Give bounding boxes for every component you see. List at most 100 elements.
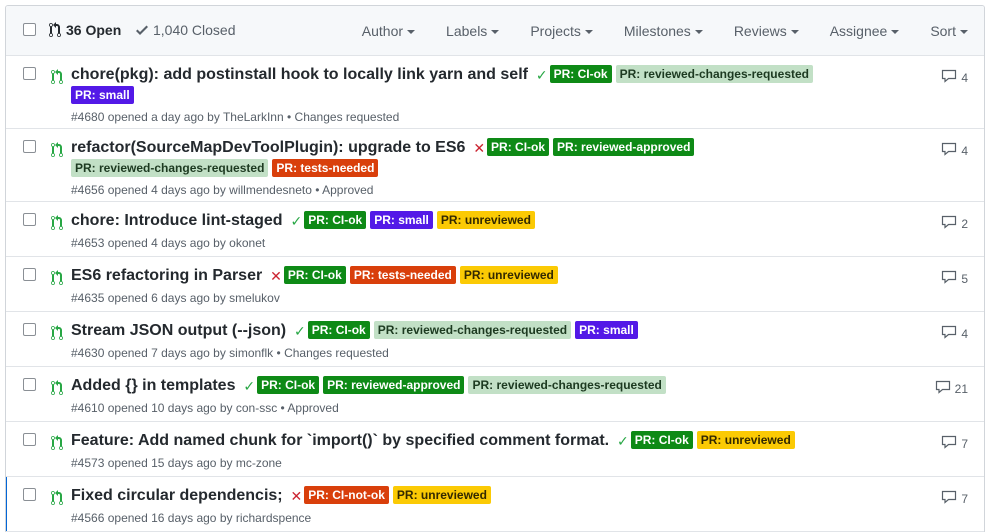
review-status-link[interactable]: • Approved (281, 401, 339, 415)
filter-reviews[interactable]: Reviews (719, 23, 815, 39)
issue-row[interactable]: Feature: Add named chunk for `import()` … (6, 422, 984, 477)
issue-label[interactable]: PR: tests-needed (349, 266, 456, 284)
issue-label[interactable]: PR: reviewed-approved (553, 138, 695, 156)
ci-failure-icon[interactable]: ✕ (291, 486, 303, 506)
issue-label[interactable]: PR: CI-ok (487, 138, 550, 156)
issue-checkbox[interactable] (23, 378, 36, 391)
issue-label[interactable]: PR: unreviewed (696, 431, 795, 449)
issue-label[interactable]: PR: CI-ok (307, 321, 370, 339)
open-filter-link[interactable]: 36 Open (49, 22, 121, 38)
issue-number: #4630 (71, 346, 105, 360)
issue-label[interactable]: PR: unreviewed (459, 266, 558, 284)
filter-assignee[interactable]: Assignee (815, 23, 916, 39)
filter-milestones[interactable]: Milestones (609, 23, 719, 39)
issue-label[interactable]: PR: reviewed-approved (323, 376, 465, 394)
issue-label[interactable]: PR: small (71, 86, 134, 104)
issue-label[interactable]: PR: unreviewed (436, 211, 535, 229)
comment-icon (935, 379, 955, 398)
review-status-link[interactable]: • Approved (315, 183, 373, 197)
issue-title-link[interactable]: Fixed circular dependencis; (71, 487, 283, 504)
filter-author[interactable]: Author (347, 23, 431, 39)
comments-link[interactable]: 4 (941, 324, 968, 343)
pull-request-open-icon (51, 490, 63, 509)
issue-author-link[interactable]: simonflk (229, 346, 273, 360)
review-status-link[interactable]: • Changes requested (287, 110, 399, 124)
issue-opened-text: opened 4 days ago by (107, 236, 226, 250)
issue-title-link[interactable]: Added {} in templates (71, 377, 235, 394)
comment-count: 2 (961, 216, 968, 231)
issue-label[interactable]: PR: reviewed-changes-requested (71, 159, 269, 177)
issue-checkbox[interactable] (23, 488, 36, 501)
issue-checkbox[interactable] (23, 433, 36, 446)
issue-title-link[interactable]: refactor(SourceMapDevToolPlugin): upgrad… (71, 139, 465, 156)
issue-row[interactable]: chore: Introduce lint-staged ✓ PR: CI-ok P… (6, 202, 984, 257)
issue-title-line: Stream JSON output (--json) ✓ PR: CI-ok PR… (71, 312, 914, 341)
issue-label[interactable]: PR: reviewed-changes-requested (468, 376, 666, 394)
issue-label[interactable]: PR: CI-not-ok (304, 486, 389, 504)
issue-author-link[interactable]: okonet (229, 236, 265, 250)
issue-title-link[interactable]: chore(pkg): add postinstall hook to loca… (71, 66, 528, 83)
issue-title-link[interactable]: ES6 refactoring in Parser (71, 267, 262, 284)
issue-label[interactable]: PR: tests-needed (272, 159, 379, 177)
issue-checkbox[interactable] (23, 323, 36, 336)
comments-link[interactable]: 7 (941, 434, 968, 453)
issue-label[interactable]: PR: reviewed-changes-requested (373, 321, 572, 339)
issue-label[interactable]: PR: reviewed-changes-requested (615, 65, 813, 83)
comment-icon (941, 141, 961, 160)
issue-row[interactable]: Added {} in templates ✓ PR: CI-ok PR: revi… (6, 367, 984, 422)
closed-filter-link[interactable]: 1,040 Closed (136, 22, 236, 38)
ci-success-icon[interactable]: ✓ (294, 321, 306, 341)
issue-author-link[interactable]: smelukov (229, 291, 280, 305)
review-status-link[interactable]: • Changes requested (277, 346, 389, 360)
issue-label[interactable]: PR: CI-ok (283, 266, 346, 284)
issue-opened-text: opened 16 days ago by (107, 511, 233, 525)
issue-label[interactable]: PR: CI-ok (630, 431, 693, 449)
issue-checkbox[interactable] (23, 268, 36, 281)
issue-row[interactable]: Fixed circular dependencis; ✕ PR: CI-not-… (6, 477, 984, 532)
pull-request-open-icon (51, 380, 63, 399)
comments-link[interactable]: 7 (941, 489, 968, 508)
issue-author-link[interactable]: mc-zone (236, 456, 282, 470)
ci-success-icon[interactable]: ✓ (536, 65, 548, 85)
comments-link[interactable]: 4 (941, 141, 968, 160)
issue-author-link[interactable]: con-ssc (236, 401, 277, 415)
issue-row[interactable]: ES6 refactoring in Parser ✕ PR: CI-ok PR: … (6, 257, 984, 312)
issue-title-line: Fixed circular dependencis; ✕ PR: CI-not-… (71, 477, 914, 506)
issue-label[interactable]: PR: small (370, 211, 433, 229)
issue-title-link[interactable]: Feature: Add named chunk for `import()` … (71, 432, 609, 449)
issue-row[interactable]: Stream JSON output (--json) ✓ PR: CI-ok PR… (6, 312, 984, 367)
issue-title-link[interactable]: chore: Introduce lint-staged (71, 212, 283, 229)
ci-success-icon[interactable]: ✓ (243, 376, 255, 396)
issue-main: Fixed circular dependencis; ✕ PR: CI-not-… (71, 477, 914, 525)
issue-checkbox[interactable] (23, 213, 36, 226)
comments-link[interactable]: 4 (941, 68, 968, 87)
comments-link[interactable]: 21 (935, 379, 968, 398)
filter-sort[interactable]: Sort (915, 23, 984, 39)
issue-main: chore(pkg): add postinstall hook to loca… (71, 56, 914, 124)
issue-meta: #4656 opened 4 days ago by willmendesnet… (71, 183, 914, 197)
issue-author-link[interactable]: TheLarkInn (223, 110, 284, 124)
issue-label[interactable]: PR: small (575, 321, 638, 339)
issue-label[interactable]: PR: unreviewed (392, 486, 491, 504)
issue-label[interactable]: PR: CI-ok (549, 65, 612, 83)
comments-link[interactable]: 2 (941, 214, 968, 233)
filter-projects[interactable]: Projects (515, 23, 609, 39)
issue-author-link[interactable]: richardspence (236, 511, 311, 525)
issue-label[interactable]: PR: CI-ok (257, 376, 320, 394)
filter-labels[interactable]: Labels (431, 23, 515, 39)
issue-row[interactable]: refactor(SourceMapDevToolPlugin): upgrad… (6, 129, 984, 202)
issue-checkbox[interactable] (23, 140, 36, 153)
issue-author-link[interactable]: willmendesneto (229, 183, 312, 197)
ci-failure-icon[interactable]: ✕ (270, 266, 282, 286)
ci-success-icon[interactable]: ✓ (290, 211, 302, 231)
issue-row[interactable]: chore(pkg): add postinstall hook to loca… (6, 56, 984, 129)
issue-title-line: chore: Introduce lint-staged ✓ PR: CI-ok P… (71, 202, 914, 231)
ci-failure-icon[interactable]: ✕ (473, 138, 485, 158)
issue-meta: #4573 opened 15 days ago by mc-zone (71, 456, 914, 470)
issue-label[interactable]: PR: CI-ok (304, 211, 367, 229)
issue-title-link[interactable]: Stream JSON output (--json) (71, 322, 286, 339)
select-all-checkbox[interactable] (23, 23, 36, 36)
comments-link[interactable]: 5 (941, 269, 968, 288)
ci-success-icon[interactable]: ✓ (617, 431, 629, 451)
issue-checkbox[interactable] (23, 67, 36, 80)
